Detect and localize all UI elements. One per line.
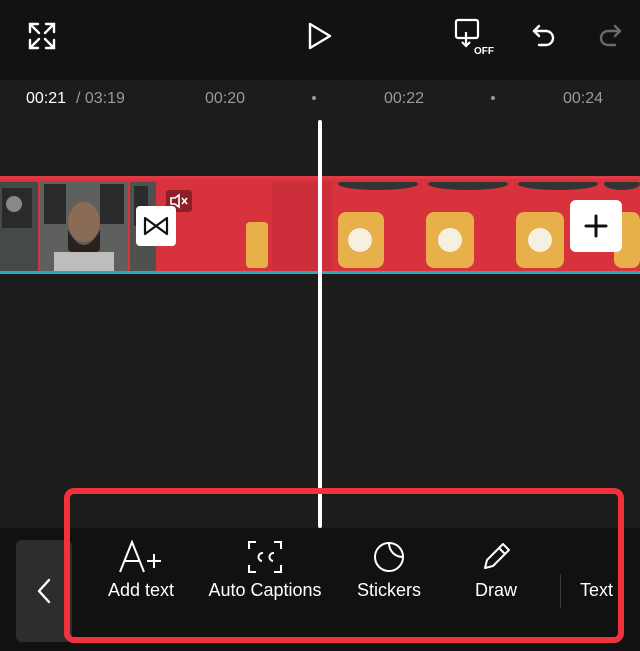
back-button[interactable]: [16, 540, 72, 642]
tool-text-template[interactable]: Text: [576, 540, 640, 601]
clip-thumbnail: [0, 182, 38, 271]
ruler-mark: 00:22: [384, 90, 425, 107]
total-duration: / 03:19: [76, 90, 125, 107]
ruler-mark: 00:20: [205, 90, 246, 107]
tool-label: Text: [580, 580, 614, 600]
add-clip-button[interactable]: [570, 200, 622, 252]
time-ruler[interactable]: 00:21 / 03:19 00:20 00:22 00:24: [0, 80, 640, 120]
ruler-dot: [491, 96, 495, 100]
tool-label: Add text: [107, 580, 175, 600]
redo-icon[interactable]: [592, 18, 628, 54]
tool-label: Stickers: [356, 580, 421, 600]
captions-icon: [248, 541, 282, 573]
tool-stickers[interactable]: Stickers: [346, 540, 432, 601]
play-icon[interactable]: [300, 16, 340, 56]
tool-add-text[interactable]: Add text: [94, 540, 188, 601]
clip-thumbnail: [40, 182, 128, 271]
add-text-icon: [119, 540, 161, 573]
top-bar: OFF: [0, 0, 640, 80]
clip-thumbnail: [334, 179, 422, 271]
clip-thumbnail: [272, 182, 332, 271]
playhead[interactable]: [318, 120, 322, 528]
tool-draw[interactable]: Draw: [458, 540, 534, 601]
text-template-icon: [576, 540, 610, 574]
tool-label: Draw: [474, 580, 517, 600]
clip-thumbnail: [424, 179, 512, 271]
clip-thumbnail: [244, 182, 270, 271]
pencil-icon: [484, 543, 510, 569]
ruler-dot: [312, 96, 316, 100]
ruler-mark: 00:24: [563, 90, 604, 107]
current-time: 00:21: [26, 90, 67, 107]
timeline-area[interactable]: [0, 120, 640, 528]
bottom-toolbar: Add text Auto Captions Stickers Draw Tex…: [0, 528, 640, 651]
tool-auto-captions[interactable]: Auto Captions: [198, 540, 332, 601]
sticker-icon: [374, 541, 405, 572]
tool-label: Auto Captions: [208, 580, 322, 600]
toolbar-divider: [560, 574, 561, 608]
transition-button[interactable]: [136, 206, 176, 246]
svg-text:OFF: OFF: [474, 46, 494, 56]
keyframe-off-icon[interactable]: OFF: [450, 14, 498, 58]
fullscreen-icon[interactable]: [24, 18, 60, 54]
undo-icon[interactable]: [526, 18, 562, 54]
